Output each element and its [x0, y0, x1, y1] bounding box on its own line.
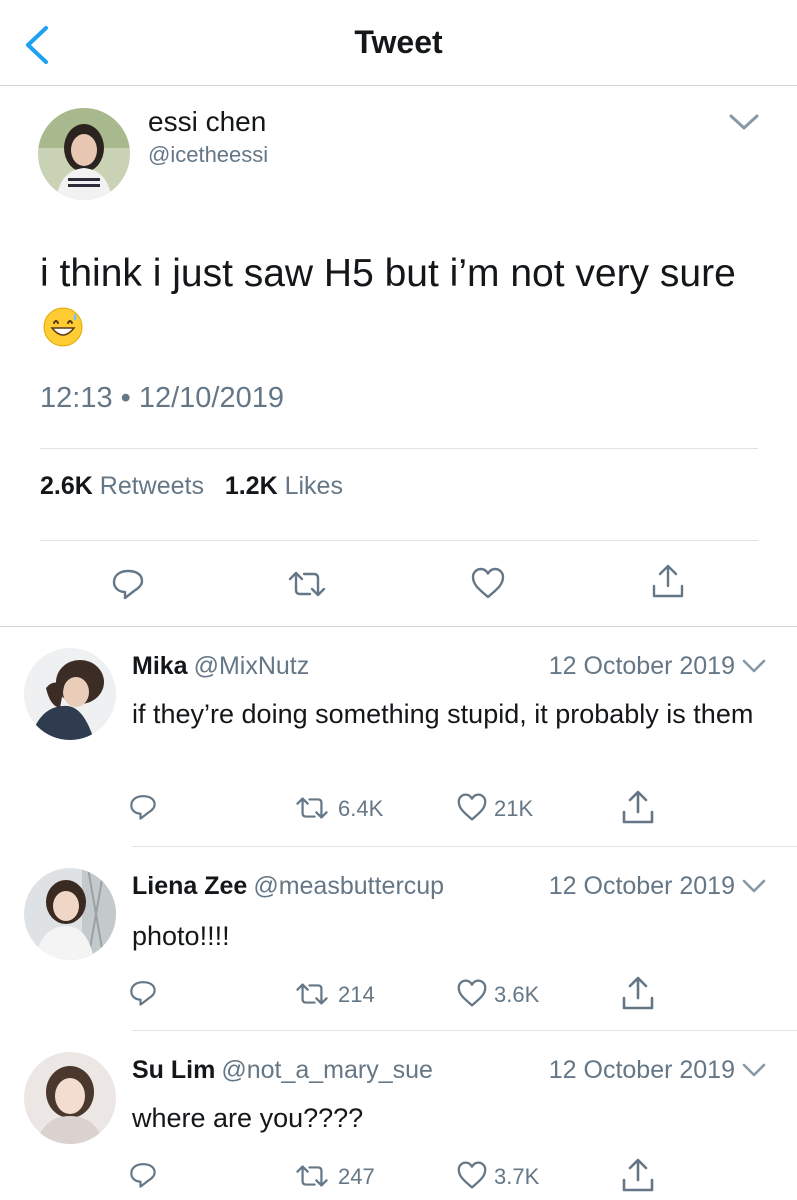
top-bar: Tweet [0, 0, 797, 86]
reply-button[interactable] [128, 978, 158, 1013]
reply-icon [130, 1163, 156, 1188]
chevron-down-icon [742, 659, 766, 673]
author-name[interactable]: essi chen [148, 106, 266, 138]
share-button[interactable] [620, 974, 656, 1019]
retweet-count: 6.4K [338, 796, 384, 821]
retweet-button[interactable] [294, 794, 330, 827]
reply-button[interactable] [128, 1160, 158, 1195]
retweet-count: 214 [338, 982, 375, 1007]
reply-menu-button[interactable] [740, 1060, 768, 1080]
reply-date: 12 October 2019 [548, 652, 735, 680]
reply-avatar[interactable] [24, 648, 116, 740]
heart-icon [471, 567, 505, 599]
reply-author-handle[interactable]: @MixNutz [194, 652, 310, 680]
reply-date: 12 October 2019 [548, 872, 735, 900]
like-count: 21K [494, 796, 534, 821]
reply-text: where are you???? [132, 1103, 364, 1133]
like-button[interactable] [470, 566, 506, 605]
reply-text: if they’re doing something stupid, it pr… [132, 699, 754, 729]
reply-icon [130, 795, 156, 820]
retweet-icon [288, 571, 326, 597]
like-count: 3.6K [494, 982, 540, 1007]
like-count: 3.7K [494, 1164, 540, 1189]
author-avatar[interactable] [38, 108, 130, 200]
divider [40, 540, 758, 541]
reply-author-name[interactable]: Su Lim [132, 1056, 215, 1084]
grinning-face-with-sweat-icon [42, 306, 84, 348]
reply-icon [112, 569, 144, 600]
reply-author-handle[interactable]: @not_a_mary_sue [221, 1056, 433, 1084]
share-icon [622, 976, 654, 1010]
chevron-down-icon [742, 1063, 766, 1077]
divider [132, 846, 797, 847]
divider [0, 626, 797, 627]
share-button[interactable] [620, 1156, 656, 1200]
reply-author-name[interactable]: Liena Zee [132, 872, 247, 900]
heart-icon [457, 1161, 487, 1189]
retweet-button[interactable] [294, 1162, 330, 1195]
like-button[interactable] [456, 978, 488, 1013]
tweet-menu-button[interactable] [726, 110, 762, 134]
like-button[interactable] [456, 1160, 488, 1195]
tweet-text: i think i just saw H5 but i’m not very s… [40, 252, 736, 295]
like-button[interactable] [456, 792, 488, 827]
reply-button[interactable] [110, 566, 146, 607]
reply-author-handle[interactable]: @measbuttercup [253, 872, 444, 900]
retweets-label: Retweets [99, 472, 204, 500]
retweet-count: 247 [338, 1164, 375, 1189]
share-icon [622, 790, 654, 824]
reply-menu-button[interactable] [740, 656, 768, 676]
likes-count: 1.2K [224, 472, 278, 500]
reply-avatar[interactable] [24, 1052, 116, 1144]
retweet-icon [296, 1165, 328, 1187]
share-button[interactable] [650, 562, 686, 607]
likes-label: Likes [284, 472, 343, 500]
retweet-button[interactable] [294, 980, 330, 1013]
reply-text: photo!!!! [132, 921, 230, 951]
reply-author-name[interactable]: Mika [132, 652, 188, 680]
retweet-button[interactable] [286, 568, 328, 605]
divider [132, 1030, 797, 1031]
heart-icon [457, 793, 487, 821]
reply-date: 12 October 2019 [548, 1056, 735, 1084]
retweets-count: 2.6K [40, 472, 93, 500]
divider [40, 448, 758, 449]
author-handle[interactable]: @icetheessi [148, 142, 268, 168]
share-icon [622, 1158, 654, 1192]
retweet-icon [296, 983, 328, 1005]
reply-menu-button[interactable] [740, 876, 768, 896]
retweet-icon [296, 797, 328, 819]
likes-stat[interactable]: 1.2K Likes [225, 472, 343, 500]
heart-icon [457, 979, 487, 1007]
chevron-down-icon [742, 879, 766, 893]
retweets-stat[interactable]: 2.6K Retweets [40, 472, 204, 500]
reply-icon [130, 981, 156, 1006]
page-title: Tweet [354, 24, 443, 60]
tweet-stats: 2.6K Retweets 1.2K Likes [40, 472, 343, 501]
share-button[interactable] [620, 788, 656, 833]
tweet-timestamp: 12:13 • 12/10/2019 [40, 382, 284, 414]
reply-avatar[interactable] [24, 868, 116, 960]
share-icon [652, 564, 684, 598]
chevron-down-icon [729, 114, 759, 130]
reply-button[interactable] [128, 792, 158, 827]
